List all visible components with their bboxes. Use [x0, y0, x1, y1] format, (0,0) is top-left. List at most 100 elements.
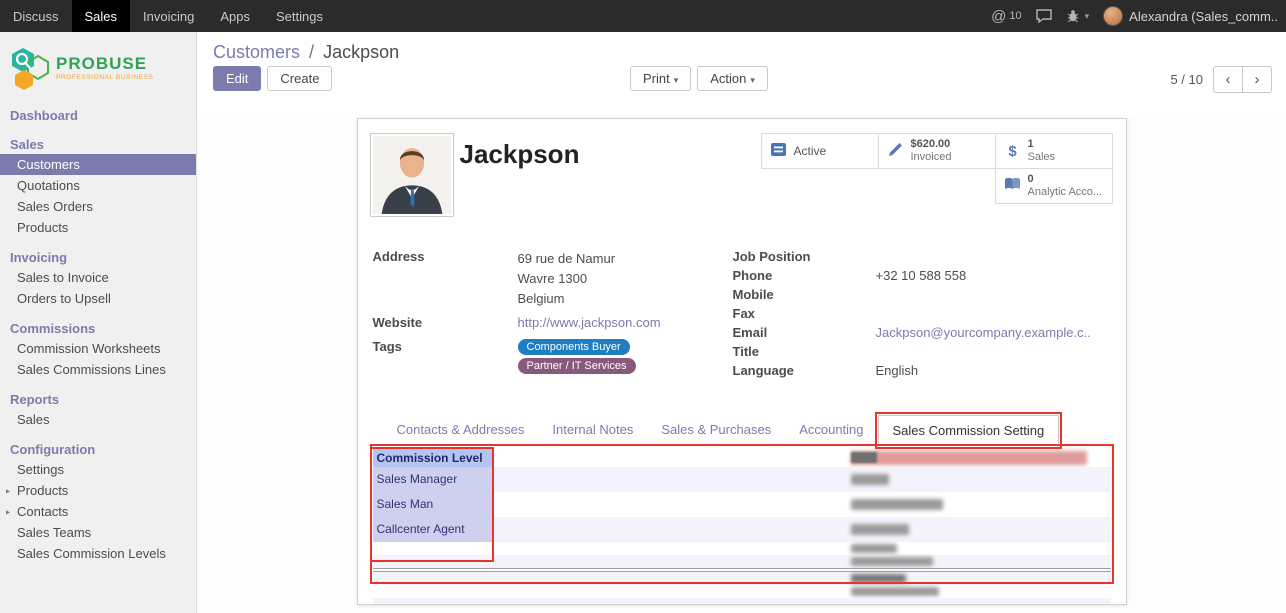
sidebar-header-sales[interactable]: Sales — [0, 133, 196, 154]
language-value[interactable]: English — [876, 363, 919, 379]
pager-next-button[interactable]: › — [1242, 66, 1272, 93]
at-icon: @ — [991, 8, 1006, 25]
sales-stat-button[interactable]: $ 1 Sales — [995, 133, 1113, 169]
active-stat-button[interactable]: Active — [761, 133, 879, 169]
sidebar-header-reports[interactable]: Reports — [0, 388, 196, 409]
website-label: Website — [373, 315, 518, 331]
redacted-value-blur — [851, 474, 889, 485]
email-link[interactable]: Jackpson@yourcompany.example.c.. — [876, 325, 1091, 341]
tag-partner-it-services[interactable]: Partner / IT Services — [518, 358, 636, 374]
sidebar-item-customers[interactable]: Customers — [0, 154, 196, 175]
menu-settings[interactable]: Settings — [263, 0, 336, 32]
website-link[interactable]: http://www.jackpson.com — [518, 315, 661, 331]
sidebar-item-sales-commissions-lines[interactable]: Sales Commissions Lines — [0, 359, 196, 380]
active-toggle-icon — [767, 142, 791, 161]
edit-button[interactable]: Edit — [213, 66, 261, 91]
customer-name-title: Jackpson — [460, 139, 580, 170]
book-icon — [1001, 177, 1025, 195]
pager-counter: 5 / 10 — [1170, 72, 1203, 87]
mentions-button[interactable]: @ 10 — [991, 8, 1021, 25]
table-row[interactable]: Sales Manager — [373, 467, 1111, 492]
print-dropdown-button[interactable]: Print▾ — [630, 66, 691, 91]
breadcrumb-current: Jackpson — [323, 42, 399, 62]
sidebar-header-dashboard[interactable]: Dashboard — [0, 104, 196, 125]
invoiced-label: Invoiced — [911, 151, 952, 164]
sidebar-item-sales-teams[interactable]: Sales Teams — [0, 522, 196, 543]
redacted-value-blur — [851, 524, 909, 535]
table-row[interactable] — [373, 572, 1111, 585]
tab-sales-commission-setting[interactable]: Sales Commission Setting — [878, 415, 1060, 446]
email-label: Email — [733, 325, 876, 341]
action-dropdown-button[interactable]: Action▾ — [697, 66, 768, 91]
dollar-icon: $ — [1001, 143, 1025, 160]
sales-label: Sales — [1028, 151, 1056, 164]
probuse-logo: PROBUSE PROFESSIONAL BUSINESS — [0, 32, 196, 100]
sidebar-item-commission-worksheets[interactable]: Commission Worksheets — [0, 338, 196, 359]
sidebar-item-sales-to-invoice[interactable]: Sales to Invoice — [0, 267, 196, 288]
notebook-tabs: Contacts & Addresses Internal Notes Sale… — [373, 415, 1111, 446]
sidebar-header-configuration[interactable]: Configuration — [0, 438, 196, 459]
breadcrumb-separator: / — [305, 42, 318, 62]
menu-apps[interactable]: Apps — [207, 0, 263, 32]
commission-level-cell[interactable]: Sales Man — [373, 492, 493, 517]
expand-arrow-icon: ▸ — [6, 507, 10, 516]
table-row[interactable] — [373, 585, 1111, 598]
language-label: Language — [733, 363, 876, 379]
app-window: Discuss Sales Invoicing Apps Settings @ … — [0, 0, 1286, 613]
table-row[interactable] — [373, 542, 1111, 555]
address-value[interactable]: 69 rue de Namur Wavre 1300 Belgium — [518, 249, 616, 309]
menu-invoicing[interactable]: Invoicing — [130, 0, 207, 32]
create-button[interactable]: Create — [267, 66, 332, 91]
tab-contacts-addresses[interactable]: Contacts & Addresses — [383, 415, 539, 445]
expand-arrow-icon: ▸ — [6, 486, 10, 495]
invoiced-amount: $620.00 — [911, 138, 952, 151]
fax-label: Fax — [733, 306, 876, 322]
tab-accounting[interactable]: Accounting — [785, 415, 877, 445]
commission-levels-table: Commission Level Sales Manager Sales Man… — [373, 449, 1111, 604]
commission-level-column-header[interactable]: Commission Level — [373, 449, 493, 467]
breadcrumb: Customers / Jackpson — [213, 42, 399, 63]
job-position-label: Job Position — [733, 249, 876, 265]
user-name: Alexandra (Sales_comm.. — [1129, 9, 1278, 24]
table-row[interactable]: Sales Man — [373, 492, 1111, 517]
table-row[interactable] — [373, 555, 1111, 568]
commission-level-cell[interactable]: Sales Manager — [373, 467, 493, 492]
chat-button[interactable] — [1036, 9, 1052, 23]
tab-sales-purchases[interactable]: Sales & Purchases — [647, 415, 785, 445]
tab-internal-notes[interactable]: Internal Notes — [538, 415, 647, 445]
analytic-label: Analytic Acco... — [1028, 186, 1103, 199]
phone-value[interactable]: +32 10 588 558 — [876, 268, 967, 284]
sidebar-item-sales-commission-levels[interactable]: Sales Commission Levels — [0, 543, 196, 564]
sidebar-item-reports-sales[interactable]: Sales — [0, 409, 196, 430]
redacted-value-blur — [851, 587, 939, 596]
sidebar-item-config-contacts[interactable]: ▸ Contacts — [0, 501, 196, 522]
sidebar-header-invoicing[interactable]: Invoicing — [0, 246, 196, 267]
redacted-value-blur — [851, 452, 877, 463]
debug-menu-button[interactable]: ▾ — [1066, 9, 1090, 23]
mention-count: 10 — [1009, 10, 1021, 22]
user-avatar — [1103, 6, 1123, 26]
sidebar-item-settings[interactable]: Settings — [0, 459, 196, 480]
sidebar-header-commissions[interactable]: Commissions — [0, 317, 196, 338]
tag-components-buyer[interactable]: Components Buyer — [518, 339, 630, 355]
sidebar-item-label: Products — [17, 483, 68, 498]
breadcrumb-customers-link[interactable]: Customers — [213, 42, 300, 62]
sidebar-item-quotations[interactable]: Quotations — [0, 175, 196, 196]
redacted-header-blur — [851, 451, 1087, 465]
sidebar-item-config-products[interactable]: ▸ Products — [0, 480, 196, 501]
table-row[interactable]: Callcenter Agent — [373, 517, 1111, 542]
sidebar-item-orders-to-upsell[interactable]: Orders to Upsell — [0, 288, 196, 309]
commission-level-cell[interactable]: Callcenter Agent — [373, 517, 493, 542]
analytic-accounts-stat-button[interactable]: 0 Analytic Acco... — [995, 168, 1113, 204]
sidebar-item-sales-orders[interactable]: Sales Orders — [0, 196, 196, 217]
customer-avatar[interactable] — [370, 133, 454, 217]
tags-field: Components Buyer Partner / IT Services — [518, 339, 636, 374]
invoiced-stat-button[interactable]: $620.00 Invoiced — [878, 133, 996, 169]
user-menu[interactable]: Alexandra (Sales_comm.. — [1103, 6, 1278, 26]
pager-previous-button[interactable]: ‹ — [1213, 66, 1243, 93]
caret-down-icon: ▾ — [1085, 11, 1090, 22]
logo-name: PROBUSE — [56, 55, 154, 72]
menu-sales[interactable]: Sales — [72, 0, 131, 32]
menu-discuss[interactable]: Discuss — [0, 0, 72, 32]
sidebar-item-products[interactable]: Products — [0, 217, 196, 238]
